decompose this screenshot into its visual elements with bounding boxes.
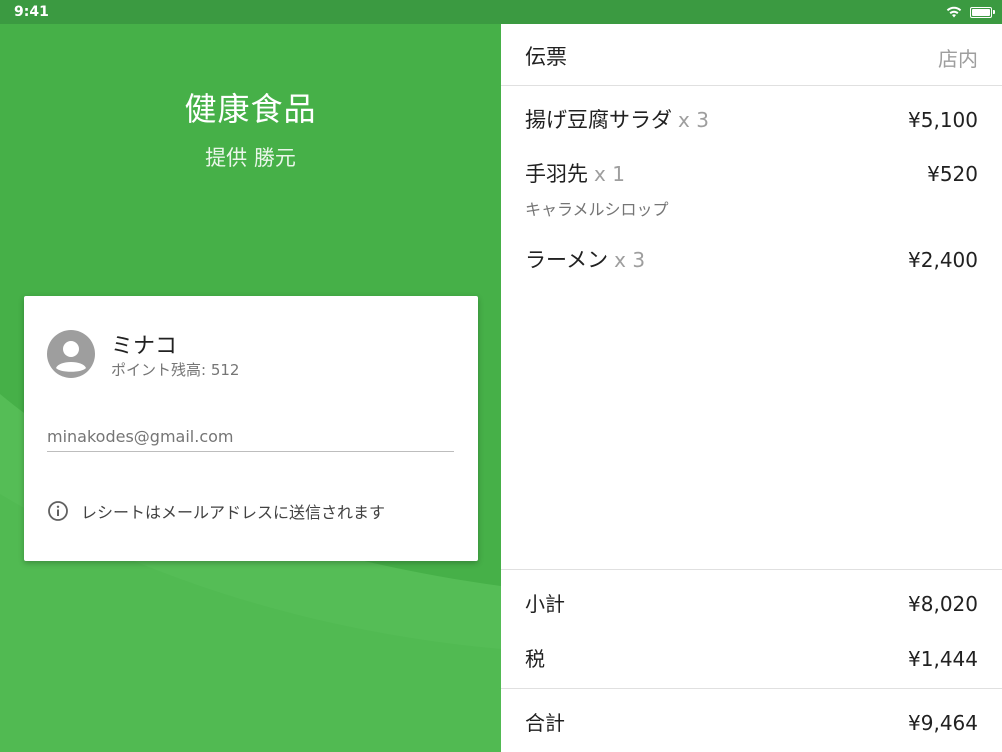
- item-modifier: キャラメルシロップ: [525, 200, 669, 219]
- total-section: 合計 ¥9,464: [501, 688, 1002, 752]
- wifi-icon: [946, 3, 962, 22]
- item-price: ¥520: [927, 162, 978, 186]
- tax-row: 税 ¥1,444: [525, 643, 978, 672]
- info-icon: [48, 501, 68, 521]
- email-field[interactable]: [47, 422, 454, 452]
- item-qty: x 1: [594, 162, 625, 186]
- points-balance: ポイント残高: 512: [111, 361, 240, 379]
- item-name: 手羽先: [525, 162, 588, 186]
- total-row: 合計 ¥9,464: [525, 707, 978, 736]
- ticket-header: 伝票 店内: [501, 24, 1002, 86]
- subtotal-row: 小計 ¥8,020: [525, 588, 978, 617]
- customer-card: ミナコ ポイント残高: 512 レシートはメールアドレスに送信されます: [24, 296, 478, 561]
- ticket-panel: 伝票 店内 揚げ豆腐サラダ x 3 ¥5,100 手羽先 x 1 ¥520 キャラメ…: [501, 24, 1002, 752]
- subtotal-value: ¥8,020: [908, 592, 978, 616]
- total-value: ¥9,464: [908, 711, 978, 735]
- receipt-notice: レシートはメールアドレスに送信されます: [47, 499, 385, 523]
- notice-text: レシートはメールアドレスに送信されます: [81, 503, 386, 522]
- status-bar: 9:41: [0, 0, 1002, 24]
- tax-label: 税: [525, 647, 545, 671]
- store-name: 健康食品: [184, 90, 317, 128]
- line-item[interactable]: ラーメン x 3 ¥2,400: [525, 244, 978, 274]
- status-icons: [946, 3, 995, 22]
- customer-panel: 健康食品 提供 勝元 ミナコ ポイント残高: 512 レシートはメールアドレスに…: [0, 24, 501, 752]
- avatar-icon[interactable]: [47, 330, 95, 378]
- line-item[interactable]: 手羽先 x 1 ¥520 キャラメルシロップ: [525, 158, 978, 220]
- customer-name: ミナコ: [111, 334, 178, 359]
- subtotals-section: 小計 ¥8,020 税 ¥1,444: [501, 569, 1002, 689]
- store-header: 健康食品 提供 勝元: [0, 84, 501, 172]
- battery-icon: [970, 6, 995, 18]
- item-name: ラーメン: [525, 248, 609, 272]
- item-price: ¥5,100: [908, 108, 978, 132]
- cashier-name: 提供 勝元: [205, 146, 296, 170]
- total-label: 合計: [525, 711, 565, 735]
- item-qty: x 3: [614, 248, 646, 272]
- item-name: 揚げ豆腐サラダ: [525, 108, 672, 132]
- item-price: ¥2,400: [908, 248, 978, 272]
- tax-value: ¥1,444: [908, 647, 978, 671]
- ticket-title: 伝票: [525, 45, 567, 69]
- subtotal-label: 小計: [525, 592, 565, 616]
- status-time: 9:41: [14, 4, 49, 20]
- item-qty: x 3: [678, 108, 709, 132]
- line-item[interactable]: 揚げ豆腐サラダ x 3 ¥5,100: [525, 104, 978, 134]
- dining-mode[interactable]: 店内: [938, 43, 978, 72]
